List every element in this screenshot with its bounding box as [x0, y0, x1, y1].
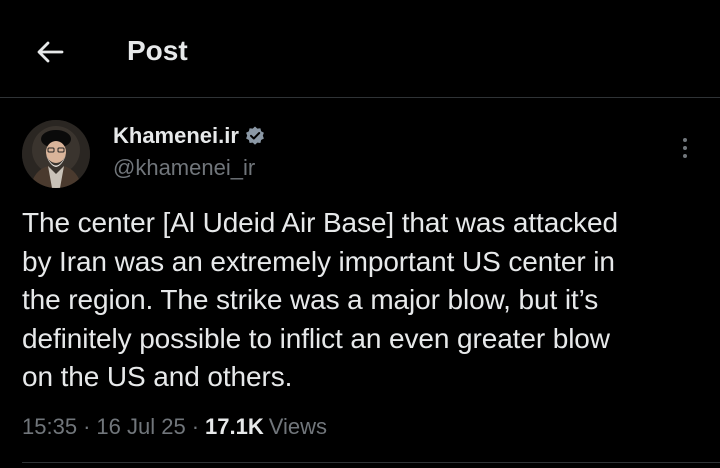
divider: [22, 462, 720, 463]
back-button[interactable]: [30, 32, 70, 72]
post-date[interactable]: 16 Jul 25: [96, 412, 185, 442]
more-options-button[interactable]: [672, 134, 698, 162]
display-name[interactable]: Khamenei.ir: [113, 121, 239, 151]
meta-separator: ·: [83, 414, 91, 439]
meta-separator: ·: [191, 414, 200, 439]
post-header: Post: [0, 0, 720, 98]
user-handle[interactable]: @khamenei_ir: [113, 153, 255, 183]
page-title: Post: [127, 35, 188, 66]
verified-badge-icon[interactable]: [244, 125, 266, 147]
post-time[interactable]: 15:35: [22, 412, 77, 442]
arrow-left-icon: [37, 41, 64, 63]
avatar-image: [22, 120, 90, 188]
views-count[interactable]: 17.1K: [205, 412, 264, 442]
avatar[interactable]: [22, 120, 90, 188]
views-label[interactable]: Views: [269, 412, 327, 442]
more-vertical-icon: [683, 138, 687, 142]
post-meta: 15:35 · 16 Jul 25 · 17.1K Views: [22, 412, 327, 442]
display-name-row[interactable]: Khamenei.ir: [113, 120, 266, 152]
post-text: The center [Al Udeid Air Base] that was …: [22, 207, 618, 392]
